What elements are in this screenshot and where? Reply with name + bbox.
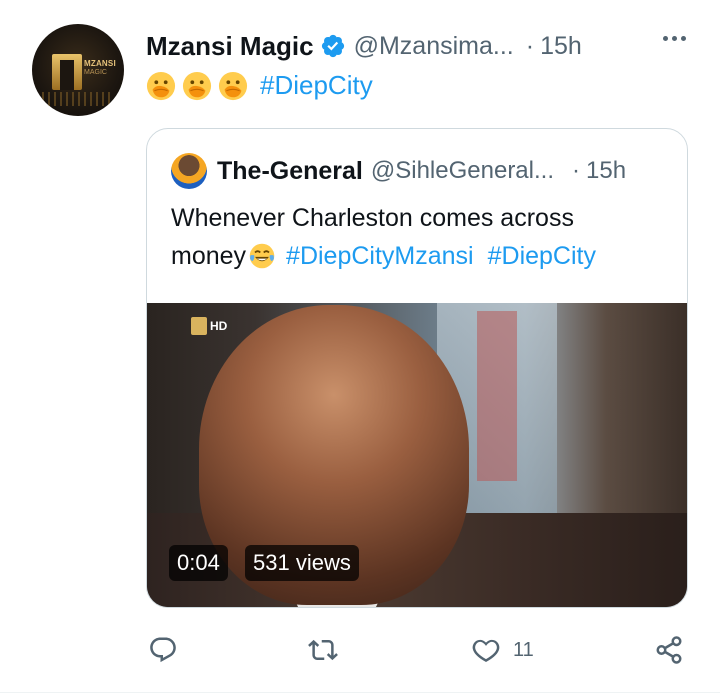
more-dot xyxy=(663,36,668,41)
quoted-author-name[interactable]: The-General xyxy=(217,157,363,186)
retweet-button[interactable] xyxy=(308,630,338,670)
avatar-logo-subtext: MAGIC xyxy=(84,69,107,76)
quoted-author-handle[interactable]: @SihleGeneral... xyxy=(371,157,554,185)
hashtag-link[interactable]: #DiepCity xyxy=(488,237,596,275)
reply-icon xyxy=(150,637,176,663)
quoted-text-line2: money #DiepCityMzansi #DiepCity xyxy=(171,237,671,275)
video-background-detail xyxy=(477,311,517,481)
mzansi-logo-icon xyxy=(52,54,82,90)
more-options-icon[interactable] xyxy=(663,36,686,41)
tweet-divider xyxy=(0,692,720,693)
share-icon xyxy=(656,636,682,664)
like-button[interactable]: 11 xyxy=(471,630,534,670)
quoted-text-word: money xyxy=(171,242,247,270)
avatar-logo-text: MZANSI xyxy=(84,59,116,68)
reply-button[interactable] xyxy=(148,630,178,670)
hand-over-mouth-emoji-icon xyxy=(146,71,176,100)
quoted-tweet-text: Whenever Charleston comes across money #… xyxy=(171,199,671,275)
author-handle[interactable]: @Mzansima... xyxy=(354,32,514,61)
quoted-tweet-card[interactable]: The-General @SihleGeneral... · 15h Whene… xyxy=(146,128,688,608)
hashtag-link[interactable]: #DiepCity xyxy=(260,70,373,101)
hand-over-mouth-emoji-icon xyxy=(182,71,212,100)
verified-badge-icon xyxy=(321,34,344,58)
tweet-timestamp[interactable]: 15h xyxy=(540,32,582,61)
tweet-text: #DiepCity xyxy=(146,70,373,101)
tears-of-joy-emoji-icon xyxy=(249,243,275,269)
share-button[interactable] xyxy=(654,630,684,670)
channel-logo-icon xyxy=(191,317,207,335)
retweet-icon xyxy=(308,639,338,661)
author-name[interactable]: Mzansi Magic xyxy=(146,31,314,62)
separator-dot: · xyxy=(572,157,580,184)
tweet-header: Mzansi Magic @Mzansima... · 15h xyxy=(146,30,582,62)
quoted-author-avatar[interactable] xyxy=(171,153,207,189)
video-view-count: 531 views xyxy=(245,545,359,581)
video-duration: 0:04 xyxy=(169,545,228,581)
channel-watermark: HD xyxy=(191,317,227,335)
author-avatar[interactable]: MZANSI MAGIC xyxy=(32,24,124,116)
quoted-text-line1: Whenever Charleston comes across xyxy=(171,204,574,232)
hashtag-link[interactable]: #DiepCityMzansi xyxy=(286,237,474,275)
hand-over-mouth-emoji-icon xyxy=(218,71,248,100)
hd-badge: HD xyxy=(210,319,228,333)
tweet-action-bar: 11 xyxy=(146,630,686,670)
avatar-sparkle-decoration xyxy=(42,92,114,106)
quoted-tweet-header: The-General @SihleGeneral... · 15h xyxy=(217,155,626,187)
more-dot xyxy=(672,36,677,41)
heart-icon xyxy=(472,639,500,662)
video-player[interactable]: HD 0:04 531 views xyxy=(147,303,687,607)
more-dot xyxy=(681,36,686,41)
like-count: 11 xyxy=(513,638,534,661)
separator-dot: · xyxy=(525,31,535,60)
quoted-tweet-timestamp[interactable]: 15h xyxy=(586,157,626,185)
